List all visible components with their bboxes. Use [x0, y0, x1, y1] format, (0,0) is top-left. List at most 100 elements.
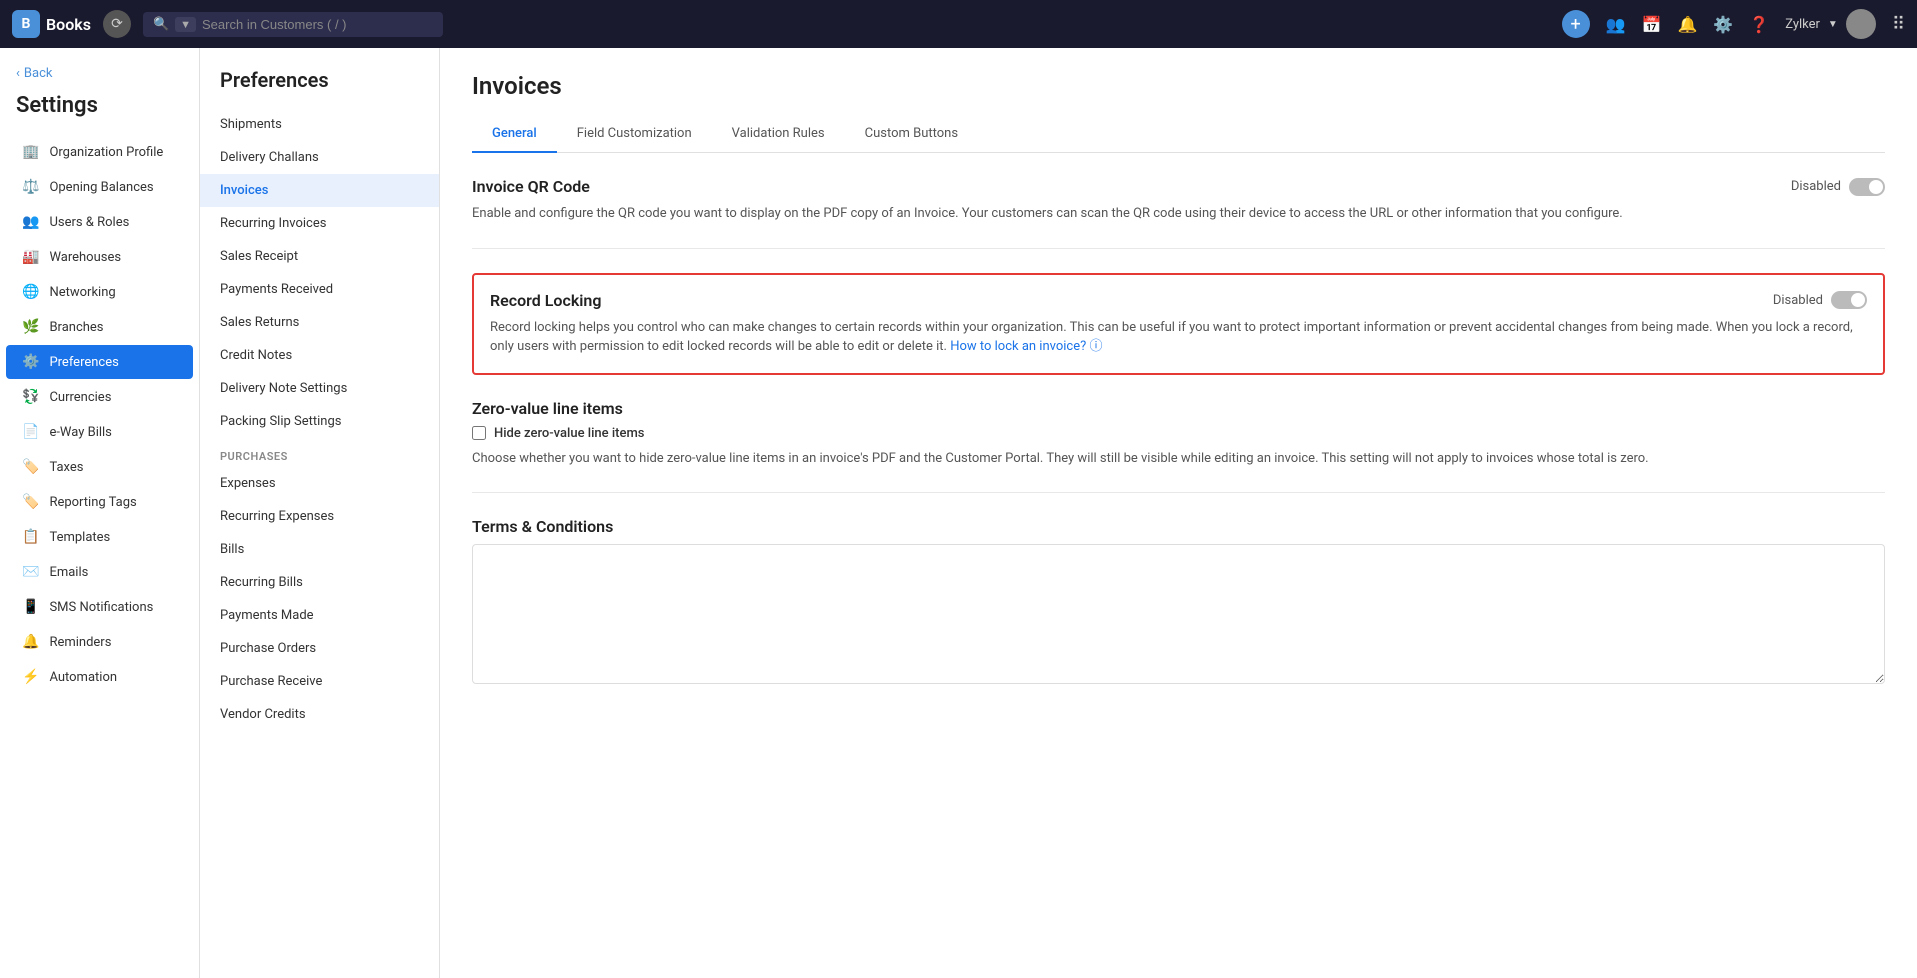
gear-icon[interactable]: ⚙️: [1713, 15, 1733, 34]
reminders-icon: 🔔: [22, 634, 39, 650]
tab-general[interactable]: General: [472, 116, 557, 153]
pref-item-recurring-invoices[interactable]: Recurring Invoices: [200, 207, 439, 240]
bell-icon[interactable]: 🔔: [1677, 15, 1697, 34]
pref-item-vendor-credits[interactable]: Vendor Credits: [200, 698, 439, 731]
zero-value-checkbox-row: Hide zero-value line items: [472, 426, 1885, 441]
pref-item-sales-returns[interactable]: Sales Returns: [200, 306, 439, 339]
sidebar-item-networking[interactable]: 🌐 Networking: [6, 275, 193, 309]
sidebar-item-label: Warehouses: [49, 250, 121, 265]
sidebar-item-warehouses[interactable]: 🏭 Warehouses: [6, 240, 193, 274]
app-grid-icon[interactable]: ⠿: [1892, 14, 1905, 35]
sidebar-item-label: e-Way Bills: [49, 425, 111, 440]
zero-value-checkbox-label[interactable]: Hide zero-value line items: [494, 426, 644, 441]
pref-item-recurring-expenses[interactable]: Recurring Expenses: [200, 500, 439, 533]
pref-item-payments-made[interactable]: Payments Made: [200, 599, 439, 632]
sidebar-item-label: Reporting Tags: [49, 495, 136, 510]
logo-icon: B: [12, 10, 40, 38]
sidebar-item-reminders[interactable]: 🔔 Reminders: [6, 625, 193, 659]
pref-panel-title: Preferences: [200, 68, 439, 108]
sidebar-item-automation[interactable]: ⚡ Automation: [6, 660, 193, 694]
sidebar-item-label: Preferences: [49, 355, 118, 370]
app-logo[interactable]: B Books: [12, 10, 91, 38]
sidebar-item-label: Currencies: [49, 390, 111, 405]
sidebar-item-label: Users & Roles: [49, 215, 129, 230]
pref-item-expenses[interactable]: Expenses: [200, 467, 439, 500]
plus-button[interactable]: +: [1562, 10, 1590, 38]
back-button[interactable]: ‹ Back: [0, 60, 199, 87]
sidebar-item-sms-notifications[interactable]: 📱 SMS Notifications: [6, 590, 193, 624]
sidebar-item-emails[interactable]: ✉️ Emails: [6, 555, 193, 589]
terms-header: Terms & Conditions: [472, 517, 1885, 536]
sidebar-item-label: Opening Balances: [49, 180, 153, 195]
tab-custom-buttons[interactable]: Custom Buttons: [845, 116, 978, 153]
pref-item-delivery-note-settings[interactable]: Delivery Note Settings: [200, 372, 439, 405]
sidebar-item-branches[interactable]: 🌿 Branches: [6, 310, 193, 344]
back-label: Back: [24, 66, 53, 81]
app-name: Books: [46, 15, 91, 34]
pref-item-payments-received[interactable]: Payments Received: [200, 273, 439, 306]
sidebar-item-preferences[interactable]: ⚙️ Preferences: [6, 345, 193, 379]
pref-item-purchase-receive[interactable]: Purchase Receive: [200, 665, 439, 698]
pref-item-purchase-orders[interactable]: Purchase Orders: [200, 632, 439, 665]
history-icon[interactable]: ⟳: [103, 10, 131, 38]
invoice-qr-toggle[interactable]: [1849, 178, 1885, 196]
content-area: Invoices General Field Customization Val…: [440, 48, 1917, 978]
tab-field-customization[interactable]: Field Customization: [557, 116, 712, 153]
eway-bills-icon: 📄: [22, 424, 39, 440]
zero-value-checkbox[interactable]: [472, 426, 486, 440]
networking-icon: 🌐: [22, 284, 39, 300]
help-icon[interactable]: ❓: [1749, 15, 1769, 34]
user-name: Zylker: [1785, 17, 1820, 32]
pref-item-delivery-challans[interactable]: Delivery Challans: [200, 141, 439, 174]
calendar-icon[interactable]: 📅: [1642, 15, 1662, 34]
sidebar-item-currencies[interactable]: 💱 Currencies: [6, 380, 193, 414]
reporting-tags-icon: 🏷️: [22, 494, 39, 510]
user-avatar: [1846, 9, 1876, 39]
sidebar-item-eway-bills[interactable]: 📄 e-Way Bills: [6, 415, 193, 449]
invoice-qr-toggle-wrap: Disabled: [1791, 178, 1885, 196]
purchases-section-label: PURCHASES: [200, 438, 439, 467]
templates-icon: 📋: [22, 529, 39, 545]
info-icon: ⓘ: [1090, 339, 1103, 354]
sidebar-item-label: Templates: [49, 530, 110, 545]
users-icon[interactable]: 👥: [1606, 15, 1626, 34]
sidebar-item-opening-balances[interactable]: ⚖️ Opening Balances: [6, 170, 193, 204]
search-bar[interactable]: 🔍 ▼: [143, 12, 443, 37]
sidebar-item-reporting-tags[interactable]: 🏷️ Reporting Tags: [6, 485, 193, 519]
terms-textarea[interactable]: [472, 544, 1885, 684]
sidebar-title: Settings: [0, 87, 199, 134]
sidebar-item-users-roles[interactable]: 👥 Users & Roles: [6, 205, 193, 239]
sms-icon: 📱: [22, 599, 39, 615]
main-layout: ‹ Back Settings 🏢 Organization Profile ⚖…: [0, 48, 1917, 978]
chevron-down-icon: ▼: [1828, 19, 1838, 30]
pref-item-recurring-bills[interactable]: Recurring Bills: [200, 566, 439, 599]
record-locking-toggle[interactable]: [1831, 291, 1867, 309]
zero-value-description: Choose whether you want to hide zero-val…: [472, 449, 1885, 469]
tab-validation-rules[interactable]: Validation Rules: [712, 116, 845, 153]
sidebar-item-taxes[interactable]: 🏷️ Taxes: [6, 450, 193, 484]
sidebar-item-label: Organization Profile: [49, 145, 163, 160]
topnav: B Books ⟳ 🔍 ▼ + 👥 📅 🔔 ⚙️ ❓ Zylker ▼ ⠿: [0, 0, 1917, 48]
zero-value-header: Zero-value line items: [472, 399, 1885, 418]
topnav-icons: + 👥 📅 🔔 ⚙️ ❓ Zylker ▼ ⠿: [1562, 9, 1905, 39]
pref-item-shipments[interactable]: Shipments: [200, 108, 439, 141]
pref-item-packing-slip-settings[interactable]: Packing Slip Settings: [200, 405, 439, 438]
record-locking-link[interactable]: How to lock an invoice?: [950, 339, 1086, 354]
warehouses-icon: 🏭: [22, 249, 39, 265]
zero-value-title: Zero-value line items: [472, 399, 623, 418]
invoice-qr-status: Disabled: [1791, 179, 1841, 194]
invoice-qr-title: Invoice QR Code: [472, 177, 590, 196]
pref-item-bills[interactable]: Bills: [200, 533, 439, 566]
user-menu[interactable]: Zylker ▼: [1785, 9, 1876, 39]
record-locking-title: Record Locking: [490, 291, 601, 310]
sidebar-item-org-profile[interactable]: 🏢 Organization Profile: [6, 135, 193, 169]
zero-value-section: Zero-value line items Hide zero-value li…: [472, 399, 1885, 494]
search-input[interactable]: [202, 17, 433, 32]
pref-item-invoices[interactable]: Invoices: [200, 174, 439, 207]
pref-item-sales-receipt[interactable]: Sales Receipt: [200, 240, 439, 273]
record-locking-header: Record Locking Disabled: [490, 291, 1867, 310]
record-locking-toggle-wrap: Disabled: [1773, 291, 1867, 309]
pref-item-credit-notes[interactable]: Credit Notes: [200, 339, 439, 372]
sidebar-item-label: SMS Notifications: [49, 600, 153, 615]
sidebar-item-templates[interactable]: 📋 Templates: [6, 520, 193, 554]
